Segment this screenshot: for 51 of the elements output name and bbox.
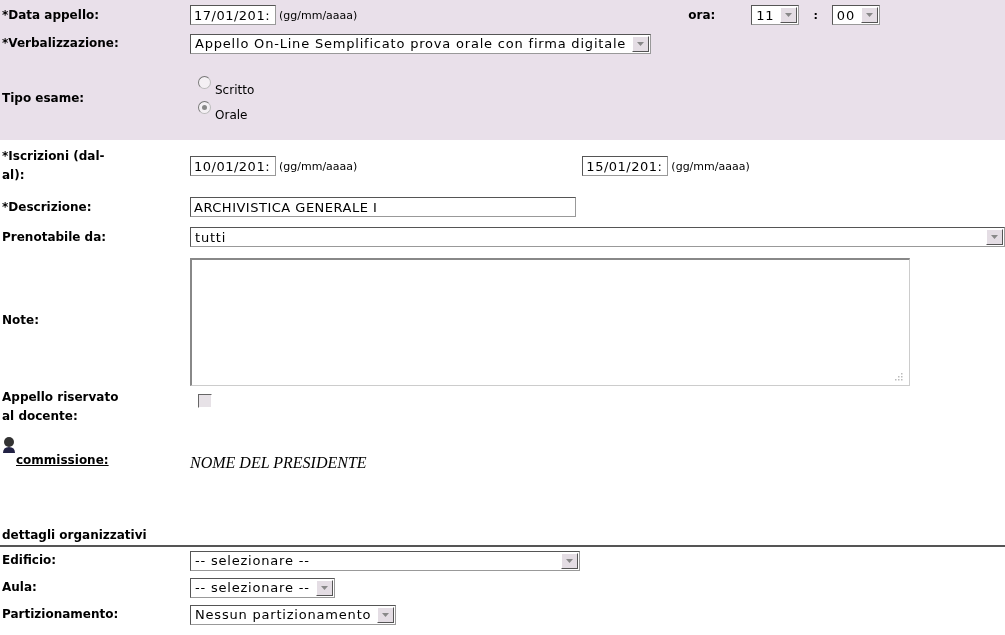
section-heading: dettagli organizzativi (2, 528, 147, 542)
dropdown-button[interactable] (986, 229, 1003, 245)
dropdown-button[interactable] (377, 606, 395, 623)
description-field[interactable]: ARCHIVISTICA GENERALE I (190, 197, 576, 217)
verbalization-select[interactable]: Appello On-Line Semplificato prova orale con firma digitale (190, 33, 652, 54)
caret-icon (382, 612, 390, 617)
caret-icon (991, 235, 998, 239)
dropdown-select[interactable]: Nessun partizionamento (190, 604, 397, 625)
radio-label: Scritto (215, 82, 255, 97)
date-field[interactable]: 10/01/201: (190, 156, 276, 176)
dropdown-select[interactable]: -- selezionare -- (190, 577, 335, 598)
resize-grip-icon[interactable] (894, 372, 903, 381)
caret-icon (566, 558, 573, 563)
dropdown-select[interactable]: -- selezionare -- (190, 550, 580, 571)
field-label: *Data appello: (1, 6, 100, 24)
person-icon (2, 436, 16, 453)
field-label: Prenotabile da: (1, 228, 107, 246)
date-format-hint: (gg/mm/aaaa) (279, 8, 358, 22)
radio-button[interactable] (198, 100, 211, 114)
field-label: *Verbalizzazione: (1, 35, 119, 52)
caret-icon (866, 13, 873, 17)
date-format-hint: (gg/mm/aaaa) (671, 159, 750, 173)
minute-select[interactable]: 00 (831, 5, 880, 25)
field-label: Appello riservato al docente: (1, 389, 120, 425)
bookable-by-select[interactable]: tutti (190, 227, 1005, 247)
field-label: *Iscrizioni (dal-al): (1, 148, 106, 184)
radio-label: Orale (215, 107, 248, 122)
field-label: Partizionamento: (1, 606, 119, 623)
radio-button[interactable] (198, 75, 211, 89)
dropdown-button[interactable] (861, 7, 878, 23)
field-label: Edificio: (1, 552, 57, 569)
dropdown-button[interactable] (780, 7, 798, 23)
date-field[interactable]: 15/01/201: (582, 156, 669, 176)
checkbox[interactable] (198, 394, 212, 408)
dropdown-button[interactable] (315, 579, 333, 596)
hour-select[interactable]: 11 (751, 5, 800, 25)
commission-link[interactable]: commissione: (16, 453, 109, 467)
date-format-hint: (gg/mm/aaaa) (279, 159, 358, 173)
field-label: Note: (1, 311, 39, 329)
field-label: Tipo esame: (1, 90, 85, 107)
dropdown-button[interactable] (632, 35, 650, 52)
field-label: ora: (688, 8, 716, 22)
caret-icon (320, 585, 328, 590)
president-name: NOME DEL PRESIDENTE (190, 454, 367, 472)
field-label: Aula: (1, 579, 37, 596)
date-field[interactable]: 17/01/201: (190, 5, 276, 25)
dropdown-button[interactable] (561, 552, 578, 569)
field-label: *Descrizione: (1, 198, 92, 216)
caret-icon (637, 41, 645, 46)
caret-icon (785, 13, 793, 17)
time-separator: : (813, 8, 818, 22)
